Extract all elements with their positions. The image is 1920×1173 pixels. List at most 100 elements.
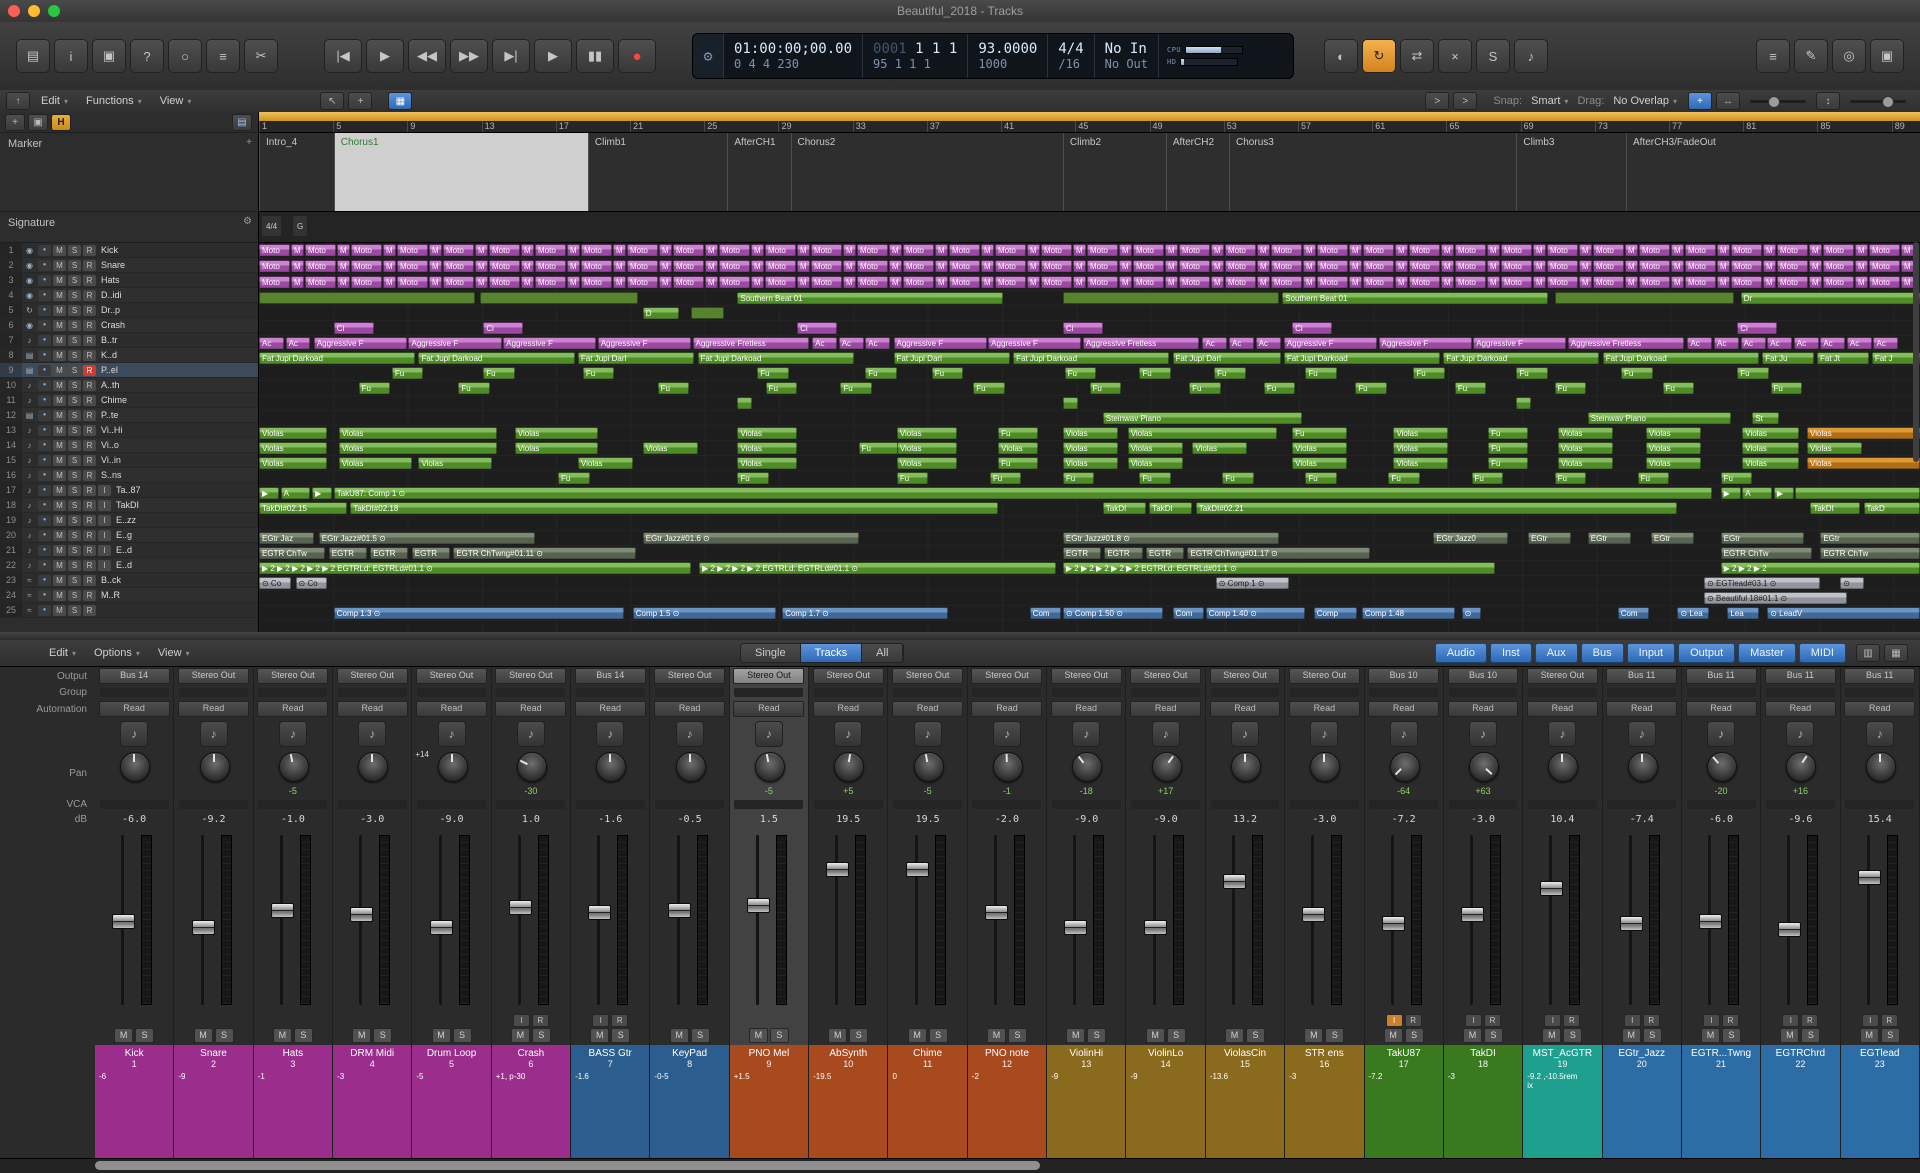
mixer-strip-violascin[interactable]: Stereo OutRead♪13.2MSViolasCin15-13.6 — [1206, 667, 1285, 1158]
solo-button[interactable]: S — [1008, 1028, 1027, 1043]
pan-knob[interactable] — [755, 752, 783, 780]
region[interactable]: Moto — [1133, 276, 1164, 288]
channel-name-plate[interactable]: TakDI18-3 — [1444, 1045, 1522, 1158]
solo-button[interactable]: S — [68, 575, 81, 586]
region[interactable]: M — [1441, 260, 1454, 272]
region[interactable]: Fu — [1090, 382, 1122, 394]
region[interactable]: Moto — [1087, 276, 1118, 288]
region[interactable]: M — [1211, 260, 1224, 272]
group-select[interactable] — [972, 688, 1041, 697]
pan-knob[interactable] — [120, 752, 148, 780]
region[interactable]: Violas — [1646, 442, 1701, 454]
solo-button[interactable]: S — [68, 560, 81, 571]
region[interactable]: M — [521, 244, 534, 256]
region[interactable]: Ac — [1873, 337, 1898, 349]
region[interactable]: M — [981, 276, 994, 288]
fader-handle[interactable] — [112, 914, 135, 929]
region[interactable]: Moto — [765, 260, 796, 272]
track-power-button[interactable]: ● — [38, 320, 51, 331]
record-enable-button[interactable]: R — [83, 320, 96, 331]
region[interactable]: Aggressive F — [1379, 337, 1472, 349]
cycle-band[interactable] — [259, 112, 1920, 121]
region[interactable]: Moto — [1087, 244, 1118, 256]
region[interactable]: ⊙ Co — [296, 577, 328, 589]
region[interactable]: M — [1027, 260, 1040, 272]
region[interactable]: Ac — [1741, 337, 1766, 349]
marker-intro-4[interactable]: Intro_4 — [259, 133, 334, 211]
region[interactable]: Fu — [865, 367, 897, 379]
region[interactable]: M — [843, 244, 856, 256]
region[interactable]: M — [1625, 244, 1638, 256]
region[interactable]: Violas — [1646, 427, 1701, 439]
record-enable-button[interactable]: R — [83, 485, 96, 496]
track-row-14[interactable]: 14♪●MSRVi..o — [0, 438, 258, 453]
region[interactable]: M — [705, 276, 718, 288]
region[interactable]: ⊙ Comp 1.50 ⊙ — [1063, 607, 1163, 619]
region[interactable]: Violas — [1742, 427, 1798, 439]
vca-select[interactable] — [1131, 800, 1200, 809]
region[interactable]: Moto — [1777, 244, 1808, 256]
region[interactable]: ⊙ LeadV — [1767, 607, 1920, 619]
track-power-button[interactable]: ● — [38, 305, 51, 316]
region[interactable]: Fat Ju — [1762, 352, 1813, 364]
region[interactable]: Aggressive F — [1284, 337, 1377, 349]
solo-button[interactable]: S — [68, 425, 81, 436]
region[interactable]: Moto — [581, 276, 612, 288]
region[interactable]: M — [1809, 276, 1822, 288]
loupe-icon[interactable]: ◎ — [1832, 39, 1866, 73]
track-row-3[interactable]: 3◉●MSRHats — [0, 273, 258, 288]
mixer-filter-midi[interactable]: MIDI — [1799, 643, 1846, 663]
solo-button[interactable]: S — [135, 1028, 154, 1043]
region[interactable]: Moto — [903, 244, 934, 256]
automation-mode-button[interactable]: Read — [99, 701, 170, 717]
fader-handle[interactable] — [906, 862, 929, 877]
tool-pointer-icon[interactable]: ↖ — [320, 92, 344, 110]
region[interactable]: Violas — [1128, 427, 1277, 439]
mixer-view-tab-all[interactable]: All — [862, 644, 903, 662]
record-enable-button[interactable]: R — [83, 575, 96, 586]
fader-handle[interactable] — [192, 920, 215, 935]
region[interactable]: TakDI#02.15 — [259, 502, 347, 514]
channel-name-plate[interactable]: PNO Mel9+1.5 — [730, 1045, 808, 1158]
region[interactable]: M — [475, 260, 488, 272]
region[interactable]: EGTR ChTwng#01.17 ⊙ — [1187, 547, 1370, 559]
region[interactable]: M — [1763, 260, 1776, 272]
automation-mode-button[interactable]: Read — [178, 701, 249, 717]
region[interactable]: Fu — [1063, 472, 1095, 484]
mute-button[interactable]: M — [670, 1028, 689, 1043]
region[interactable]: Moto — [719, 260, 750, 272]
region[interactable]: Moto — [489, 276, 520, 288]
region[interactable]: M — [1119, 260, 1132, 272]
record-enable-button[interactable]: R — [83, 275, 96, 286]
region[interactable]: Violas — [1192, 442, 1247, 454]
vca-select[interactable] — [893, 800, 962, 809]
mixer-strip-absynth[interactable]: Stereo OutRead♪+519.5MSAbSynth10-19.5 — [809, 667, 888, 1158]
midi-in-icon[interactable]: ▦ — [388, 92, 412, 110]
region[interactable]: Violas — [1128, 442, 1183, 454]
region[interactable]: M — [1073, 244, 1086, 256]
mixer-strip-violinhi[interactable]: Stereo OutRead♪-18-9.0MSViolinHi13-9 — [1047, 667, 1126, 1158]
marker-afterch2[interactable]: AfterCH2 — [1166, 133, 1229, 211]
group-select[interactable] — [655, 688, 724, 697]
output-select[interactable]: Stereo Out — [495, 668, 566, 684]
region[interactable]: Moto — [1409, 276, 1440, 288]
solo-button[interactable]: S — [68, 380, 81, 391]
cycle-icon[interactable]: ↻ — [1362, 39, 1396, 73]
play-button[interactable]: ▶ — [534, 39, 572, 73]
region[interactable]: Violas — [259, 442, 327, 454]
region[interactable]: Moto — [1731, 244, 1762, 256]
region[interactable]: Fu — [1222, 472, 1254, 484]
track-power-button[interactable]: ● — [38, 455, 51, 466]
record-enable-button[interactable]: R — [532, 1014, 549, 1027]
mixer-strip-kick[interactable]: Bus 14Read♪-6.0MSKick1-6 — [95, 667, 174, 1158]
region[interactable]: M — [751, 276, 764, 288]
record-enable-button[interactable]: R — [83, 440, 96, 451]
pan-knob[interactable] — [1707, 752, 1735, 780]
region[interactable]: M — [1349, 244, 1362, 256]
marker-afterch1[interactable]: AfterCH1 — [727, 133, 790, 211]
narrow-strips-icon[interactable]: ▥ — [1856, 644, 1880, 662]
region[interactable]: M — [1487, 276, 1500, 288]
region[interactable]: Fu — [583, 367, 615, 379]
region[interactable]: ▶ — [312, 487, 332, 499]
region[interactable]: M — [1257, 260, 1270, 272]
